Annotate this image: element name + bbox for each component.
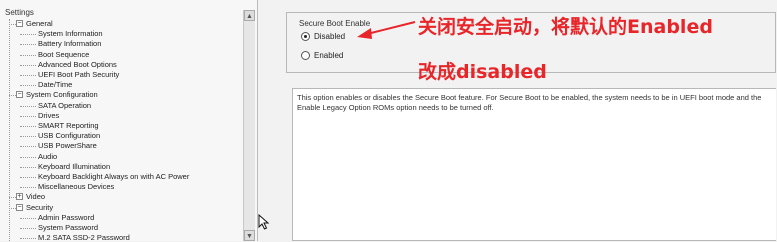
- settings-title: Settings: [5, 8, 34, 17]
- radio-enabled-label: Enabled: [314, 51, 344, 60]
- tree-connector: [20, 44, 36, 45]
- tree-trunk-line: [9, 19, 10, 241]
- settings-tree-panel: Settings − General System Information Batte…: [0, 0, 258, 242]
- tree-item[interactable]: USB PowerShare: [38, 141, 97, 150]
- tree-item[interactable]: Miscellaneous Devices: [38, 182, 114, 191]
- red-arrow-icon: [357, 21, 416, 39]
- collapse-icon[interactable]: −: [16, 20, 23, 27]
- expand-icon[interactable]: +: [16, 193, 23, 200]
- tree-connector: [9, 24, 16, 25]
- tree-connector: [20, 187, 36, 188]
- tree-connector: [9, 208, 16, 209]
- option-description: This option enables or disables the Secu…: [292, 88, 776, 241]
- annotation-line-1: 关闭安全启动，将默认的Enabled: [418, 16, 713, 38]
- tree-item[interactable]: Battery Information: [38, 39, 101, 48]
- radio-unchecked-icon[interactable]: [301, 51, 310, 61]
- tree-item[interactable]: Date/Time: [38, 80, 72, 89]
- tree-connector: [20, 75, 36, 76]
- tree-item[interactable]: Audio: [38, 152, 57, 161]
- tree-item[interactable]: USB Configuration: [38, 131, 100, 140]
- tree-connector: [20, 167, 36, 168]
- annotation-line-2: 改成disabled: [418, 61, 547, 83]
- tree-item[interactable]: Advanced Boot Options: [38, 60, 117, 69]
- tree-connector: [20, 157, 36, 158]
- tree-item[interactable]: Video: [26, 192, 45, 201]
- tree-item[interactable]: System Information: [38, 29, 103, 38]
- tree-connector: [20, 55, 36, 56]
- tree-item[interactable]: System Configuration: [26, 90, 98, 99]
- collapse-icon[interactable]: −: [16, 204, 23, 211]
- tree-connector: [20, 116, 36, 117]
- tree-connector: [20, 126, 36, 127]
- tree-connector: [20, 177, 36, 178]
- tree-item[interactable]: Admin Password: [38, 213, 94, 222]
- tree-connector: [20, 65, 36, 66]
- tree-connector: [20, 228, 36, 229]
- scroll-down-arrow-icon[interactable]: ▼: [244, 230, 255, 241]
- tree-item[interactable]: Security: [26, 203, 53, 212]
- tree-item[interactable]: Keyboard Illumination: [38, 162, 110, 171]
- tree-connector: [20, 85, 36, 86]
- radio-enabled[interactable]: Enabled: [301, 51, 344, 61]
- tree-item[interactable]: SMART Reporting: [38, 121, 99, 130]
- tree-connector: [20, 34, 36, 35]
- tree-item[interactable]: Drives: [38, 111, 59, 120]
- tree-scrollbar[interactable]: ▲ ▼: [243, 10, 255, 241]
- tree-item[interactable]: General: [26, 19, 53, 28]
- tree-connector: [20, 136, 36, 137]
- tree-item[interactable]: Boot Sequence: [38, 50, 89, 59]
- tree-connector: [20, 106, 36, 107]
- tree-item[interactable]: SATA Operation: [38, 101, 91, 110]
- tree-item[interactable]: Keyboard Backlight Always on with AC Pow…: [38, 172, 189, 181]
- scroll-up-arrow-icon[interactable]: ▲: [244, 10, 255, 21]
- tree-connector: [20, 238, 36, 239]
- tree-item[interactable]: System Password: [38, 223, 98, 232]
- tree-connector: [9, 95, 16, 96]
- radio-disabled[interactable]: Disabled: [301, 32, 346, 42]
- collapse-icon[interactable]: −: [16, 91, 23, 98]
- tree-connector: [20, 146, 36, 147]
- tree-item[interactable]: UEFI Boot Path Security: [38, 70, 119, 79]
- mouse-cursor-icon: [258, 213, 270, 235]
- tree-connector: [9, 197, 16, 198]
- radio-checked-icon[interactable]: [301, 32, 310, 42]
- tree-connector: [20, 218, 36, 219]
- radio-disabled-label: Disabled: [314, 32, 346, 41]
